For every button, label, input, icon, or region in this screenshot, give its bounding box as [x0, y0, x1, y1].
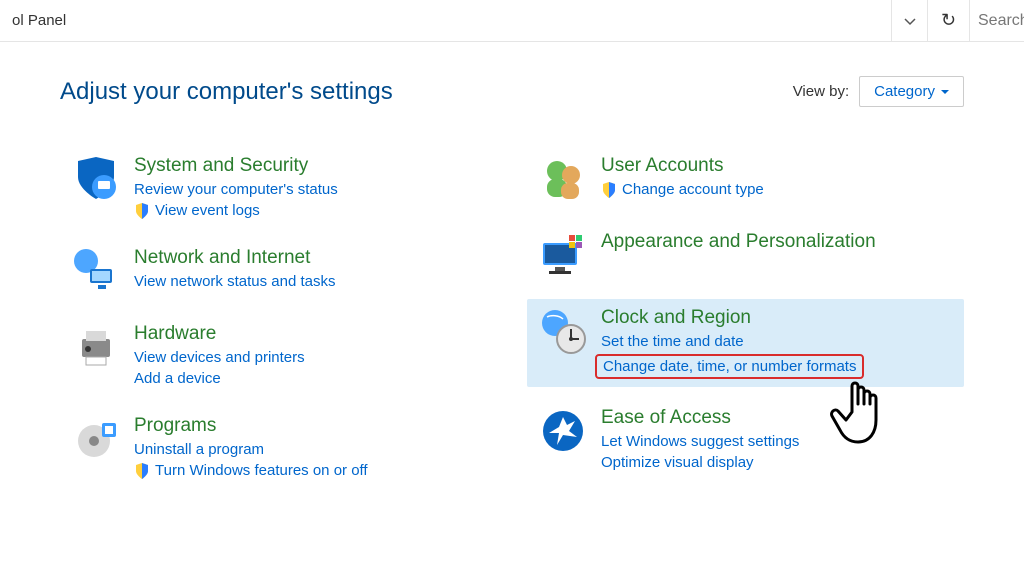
categories: System and Security Review your computer…: [60, 147, 964, 487]
category-title[interactable]: Hardware: [134, 323, 305, 345]
category-title[interactable]: Appearance and Personalization: [601, 231, 876, 253]
content-area: Adjust your computer's settings View by:…: [0, 42, 1024, 487]
category-title[interactable]: Ease of Access: [601, 407, 799, 429]
link-view-event-logs[interactable]: View event logs: [134, 202, 338, 219]
viewby-label: View by:: [793, 83, 849, 100]
refresh-button[interactable]: ↻: [928, 0, 970, 42]
search-input[interactable]: Search: [970, 0, 1024, 41]
toolbar: ol Panel ↻ Search: [0, 0, 1024, 42]
viewby-value: Category: [874, 83, 935, 100]
category-clock-region: Clock and Region Set the time and date C…: [527, 299, 964, 387]
category-title[interactable]: System and Security: [134, 155, 338, 177]
page-title: Adjust your computer's settings: [60, 78, 393, 106]
category-system-security: System and Security Review your computer…: [60, 147, 497, 227]
viewby-dropdown[interactable]: Category: [859, 76, 964, 107]
viewby-container: View by: Category: [793, 76, 964, 107]
category-programs: Programs Uninstall a program Turn Window…: [60, 407, 497, 487]
category-title[interactable]: User Accounts: [601, 155, 764, 177]
link-uninstall[interactable]: Uninstall a program: [134, 441, 368, 458]
search-placeholder: Search: [978, 12, 1024, 30]
link-windows-suggest[interactable]: Let Windows suggest settings: [601, 433, 799, 450]
monitor-colors-icon: [539, 231, 587, 279]
category-hardware: Hardware View devices and printers Add a…: [60, 315, 497, 395]
category-title[interactable]: Clock and Region: [601, 307, 864, 329]
shield-icon: [134, 463, 150, 479]
network-icon: [72, 247, 120, 295]
ease-access-icon: [539, 407, 587, 455]
users-icon: [539, 155, 587, 203]
link-change-account-type[interactable]: Change account type: [601, 181, 764, 198]
address-history-button[interactable]: [892, 0, 928, 42]
clock-globe-icon: [539, 307, 587, 355]
right-column: User Accounts Change account type Appear…: [527, 147, 964, 487]
left-column: System and Security Review your computer…: [60, 147, 497, 487]
category-title[interactable]: Network and Internet: [134, 247, 336, 269]
chevron-down-icon: [904, 15, 916, 27]
link-optimize-visual[interactable]: Optimize visual display: [601, 454, 799, 471]
address-bar[interactable]: ol Panel: [0, 0, 892, 41]
shield-computer-icon: [72, 155, 120, 203]
category-network-internet: Network and Internet View network status…: [60, 239, 497, 303]
shield-icon: [601, 182, 617, 198]
link-change-formats[interactable]: Change date, time, or number formats: [595, 354, 864, 379]
link-network-status[interactable]: View network status and tasks: [134, 273, 336, 290]
header-row: Adjust your computer's settings View by:…: [60, 76, 964, 107]
refresh-icon: ↻: [941, 10, 956, 31]
breadcrumb-text: ol Panel: [12, 12, 66, 29]
category-appearance: Appearance and Personalization: [527, 223, 964, 287]
caret-down-icon: [941, 88, 949, 96]
shield-icon: [134, 203, 150, 219]
category-ease-access: Ease of Access Let Windows suggest setti…: [527, 399, 964, 479]
printer-icon: [72, 323, 120, 371]
link-windows-features[interactable]: Turn Windows features on or off: [134, 462, 368, 479]
category-user-accounts: User Accounts Change account type: [527, 147, 964, 211]
link-add-device[interactable]: Add a device: [134, 370, 305, 387]
programs-icon: [72, 415, 120, 463]
link-set-time-date[interactable]: Set the time and date: [601, 333, 864, 350]
link-review-status[interactable]: Review your computer's status: [134, 181, 338, 198]
category-title[interactable]: Programs: [134, 415, 368, 437]
link-view-devices[interactable]: View devices and printers: [134, 349, 305, 366]
